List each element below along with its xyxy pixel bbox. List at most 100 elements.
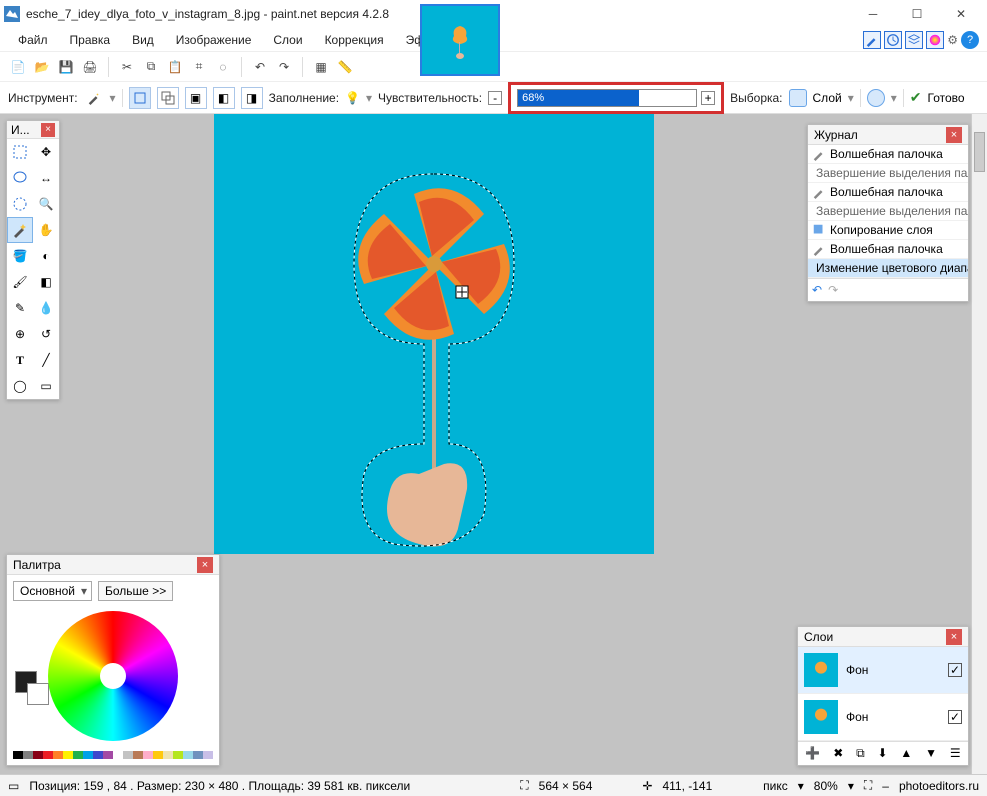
- history-close-icon[interactable]: ×: [946, 127, 962, 143]
- menu-edit[interactable]: Правка: [60, 31, 121, 49]
- swatch[interactable]: [143, 751, 153, 759]
- swatch[interactable]: [183, 751, 193, 759]
- ruler-icon[interactable]: 📏: [335, 57, 355, 77]
- swatch[interactable]: [83, 751, 93, 759]
- crop-icon[interactable]: ⌗: [189, 57, 209, 77]
- tool-recolor[interactable]: ↺: [33, 321, 59, 347]
- tool-line[interactable]: ╱: [33, 347, 59, 373]
- tool-clone-stamp[interactable]: ⊕: [7, 321, 33, 347]
- grid-icon[interactable]: ▦: [311, 57, 331, 77]
- zoom-dropdown-icon[interactable]: ▾: [848, 779, 854, 793]
- tool-pencil[interactable]: ✎: [7, 295, 33, 321]
- layers-close-icon[interactable]: ×: [946, 629, 962, 645]
- swatch[interactable]: [123, 751, 133, 759]
- history-undo-icon[interactable]: ↶: [812, 283, 822, 297]
- util-tools-icon[interactable]: [863, 31, 881, 49]
- new-icon[interactable]: 📄: [8, 57, 28, 77]
- image-thumbnail[interactable]: [420, 4, 500, 76]
- redo-icon[interactable]: ↷: [274, 57, 294, 77]
- swatch[interactable]: [73, 751, 83, 759]
- util-history-icon[interactable]: [884, 31, 902, 49]
- tool-zoom[interactable]: 🔍: [33, 191, 59, 217]
- sampling-dropdown-icon[interactable]: ▾: [848, 91, 854, 105]
- zoom-fit-icon[interactable]: ⛶: [864, 778, 872, 793]
- deselect-icon[interactable]: ◌: [213, 57, 233, 77]
- palette-swatches[interactable]: [7, 751, 219, 765]
- current-tool-icon[interactable]: [84, 88, 104, 108]
- tool-paintbrush[interactable]: 🖌: [7, 269, 33, 295]
- selection-xor-icon[interactable]: ◨: [241, 87, 263, 109]
- print-icon[interactable]: 🖨: [80, 57, 100, 77]
- save-icon[interactable]: 💾: [56, 57, 76, 77]
- selection-add-icon[interactable]: [157, 87, 179, 109]
- status-units[interactable]: пикс: [763, 779, 788, 793]
- swatch[interactable]: [23, 751, 33, 759]
- commit-icon[interactable]: ✔: [910, 89, 922, 106]
- layer-add-icon[interactable]: ➕: [805, 746, 820, 761]
- tool-move-selection[interactable]: ✥: [33, 139, 59, 165]
- color-wheel[interactable]: [48, 611, 178, 741]
- tool-magic-wand[interactable]: [7, 217, 33, 243]
- cut-icon[interactable]: ✂: [117, 57, 137, 77]
- fill-dropdown-icon[interactable]: ▾: [366, 91, 372, 105]
- tool-rectangle[interactable]: ▭: [33, 373, 59, 399]
- util-layers-icon[interactable]: [905, 31, 923, 49]
- layer-down-icon[interactable]: ▼: [925, 746, 937, 761]
- color-mode-dropdown[interactable]: Основной: [13, 581, 92, 601]
- selection-replace-icon[interactable]: [129, 87, 151, 109]
- maximize-button[interactable]: ☐: [895, 0, 939, 28]
- sampling-icon[interactable]: [789, 89, 807, 107]
- tool-text[interactable]: T: [7, 347, 33, 373]
- layer-item[interactable]: Фон ✓: [798, 694, 968, 741]
- menu-layers[interactable]: Слои: [263, 31, 312, 49]
- tolerance-slider[interactable]: 68%: [517, 89, 697, 107]
- swatch[interactable]: [43, 751, 53, 759]
- tool-shapes[interactable]: ◯: [7, 373, 33, 399]
- swatch[interactable]: [203, 751, 213, 759]
- menu-image[interactable]: Изображение: [166, 31, 262, 49]
- canvas[interactable]: [214, 114, 654, 554]
- history-list[interactable]: Волшебная палочка Завершение выделения п…: [808, 145, 968, 278]
- swatch[interactable]: [13, 751, 23, 759]
- layer-delete-icon[interactable]: ✖: [833, 746, 843, 761]
- undo-icon[interactable]: ↶: [250, 57, 270, 77]
- help-icon[interactable]: ?: [961, 31, 979, 49]
- swatch[interactable]: [193, 751, 203, 759]
- util-colors-icon[interactable]: [926, 31, 944, 49]
- layer-properties-icon[interactable]: ☰: [950, 746, 961, 761]
- layer-visibility-checkbox[interactable]: ✓: [948, 710, 962, 724]
- menu-view[interactable]: Вид: [122, 31, 164, 49]
- swatch[interactable]: [153, 751, 163, 759]
- selection-intersect-icon[interactable]: ◧: [213, 87, 235, 109]
- tool-pan[interactable]: ✋: [33, 217, 59, 243]
- units-dropdown-icon[interactable]: ▾: [798, 779, 804, 793]
- copy-icon[interactable]: ⧉: [141, 57, 161, 77]
- tolerance-minus-icon[interactable]: -: [488, 91, 502, 105]
- swatch[interactable]: [103, 751, 113, 759]
- open-icon[interactable]: 📂: [32, 57, 52, 77]
- selection-subtract-icon[interactable]: ▣: [185, 87, 207, 109]
- tool-lasso[interactable]: [7, 165, 33, 191]
- layer-merge-icon[interactable]: ⬇: [877, 746, 887, 761]
- history-redo-icon[interactable]: ↷: [828, 283, 838, 297]
- fill-mode-icon[interactable]: 💡: [345, 91, 360, 105]
- swatch[interactable]: [163, 751, 173, 759]
- flood-dropdown-icon[interactable]: ▾: [891, 91, 897, 105]
- tolerance-plus-icon[interactable]: +: [701, 91, 715, 105]
- minimize-button[interactable]: ─: [851, 0, 895, 28]
- swatch[interactable]: [173, 751, 183, 759]
- paste-icon[interactable]: 📋: [165, 57, 185, 77]
- settings-icon[interactable]: ⚙: [947, 33, 958, 47]
- swatch[interactable]: [63, 751, 73, 759]
- tool-gradient[interactable]: ◐: [33, 243, 59, 269]
- layer-item[interactable]: Фон ✓: [798, 647, 968, 694]
- tool-paint-bucket[interactable]: 🪣: [7, 243, 33, 269]
- menu-adjustments[interactable]: Коррекция: [315, 31, 394, 49]
- layer-duplicate-icon[interactable]: ⧉: [856, 746, 865, 761]
- palette-close-icon[interactable]: ×: [197, 557, 213, 573]
- menu-file[interactable]: Файл: [8, 31, 58, 49]
- vertical-scrollbar[interactable]: [971, 114, 987, 774]
- palette-more-button[interactable]: Больше >>: [98, 581, 173, 601]
- tool-eraser[interactable]: ◧: [33, 269, 59, 295]
- layer-up-icon[interactable]: ▲: [900, 746, 912, 761]
